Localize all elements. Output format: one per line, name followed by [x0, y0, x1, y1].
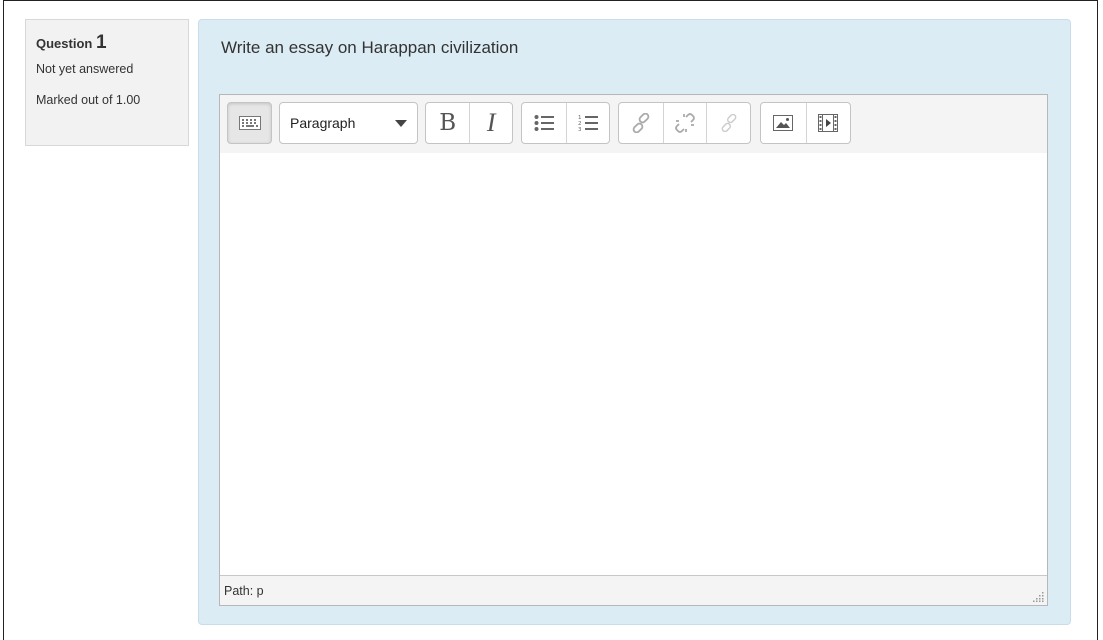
bold-button[interactable]: B [426, 103, 469, 143]
link-icon [632, 113, 650, 133]
question-text: Write an essay on Harappan civilization [221, 38, 519, 57]
link-group [618, 102, 751, 144]
media-button[interactable] [805, 103, 851, 143]
bullet-list-icon [534, 115, 554, 131]
element-path: Path: p [224, 584, 264, 598]
numbered-list-icon: 123 [578, 115, 598, 132]
editor-toolbar: Paragraph B I 123 [220, 95, 1047, 154]
unlink-button[interactable] [662, 103, 707, 143]
italic-button[interactable]: I [469, 103, 512, 143]
editor-content-area[interactable] [220, 153, 1047, 575]
question-formulation: Write an essay on Harappan civilization [198, 19, 1071, 625]
bullet-list-button[interactable] [522, 103, 566, 143]
anchor-button[interactable] [706, 103, 750, 143]
image-icon [773, 115, 794, 131]
question-number: 1 [95, 32, 107, 53]
media-icon [818, 114, 839, 132]
format-select-box: Paragraph [280, 103, 417, 143]
paragraph-format-select[interactable]: Paragraph [279, 102, 418, 144]
svg-text:3: 3 [578, 127, 582, 132]
question-status: Not yet answered [36, 62, 134, 76]
format-select-value: Paragraph [290, 115, 356, 131]
question-info-panel: Question 1 Not yet answered Marked out o… [25, 19, 189, 146]
rich-text-editor: Paragraph B I 123 Path: p [219, 94, 1048, 606]
anchor-icon [721, 114, 737, 132]
question-label: Question [36, 36, 93, 51]
list-group: 123 [521, 102, 610, 144]
chevron-down-icon [395, 119, 407, 127]
text-style-group: B I [425, 102, 513, 144]
media-group [760, 102, 851, 144]
question-heading: Question 1 [36, 32, 188, 54]
image-button[interactable] [761, 103, 806, 143]
question-marks: Marked out of 1.00 [36, 93, 141, 107]
unlink-icon [675, 113, 695, 133]
toolbar-toggle-icon [228, 103, 271, 143]
resize-grip-icon[interactable] [1032, 590, 1044, 602]
toolbar-toggle-button[interactable] [227, 102, 272, 144]
link-button[interactable] [619, 103, 663, 143]
numbered-list-button[interactable]: 123 [565, 103, 610, 143]
editor-status-bar: Path: p [220, 575, 1047, 605]
